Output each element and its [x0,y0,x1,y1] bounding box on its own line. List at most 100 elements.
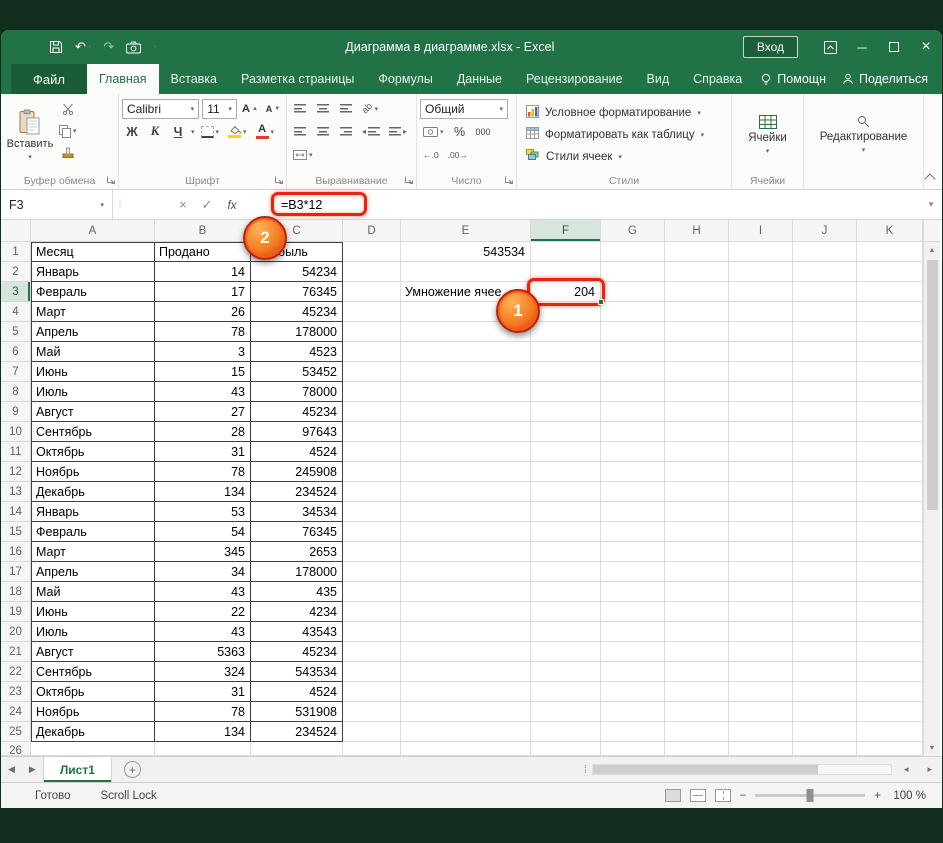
cell-F20[interactable] [531,622,601,642]
align-center-button[interactable] [313,122,333,142]
cell-J20[interactable] [793,622,857,642]
cell-K2[interactable] [857,262,923,282]
cell-B20[interactable]: 43 [155,622,251,642]
cell-D2[interactable] [343,262,401,282]
cell-I16[interactable] [729,542,793,562]
cell-E12[interactable] [401,462,531,482]
cell-A11[interactable]: Октябрь [31,442,155,462]
column-header-J[interactable]: J [793,220,857,242]
cell-E5[interactable] [401,322,531,342]
select-all-corner[interactable] [1,220,31,242]
cell-B4[interactable]: 26 [155,302,251,322]
cell-K25[interactable] [857,722,923,742]
cell-A12[interactable]: Ноябрь [31,462,155,482]
cell-J7[interactable] [793,362,857,382]
cell-E10[interactable] [401,422,531,442]
cell-J4[interactable] [793,302,857,322]
name-box[interactable]: F3 ▾ [1,190,113,219]
cell-J18[interactable] [793,582,857,602]
row-header-11[interactable]: 11 [1,442,31,462]
ribbon-display-options-button[interactable] [814,30,846,64]
decrease-decimal-button[interactable]: .00→ [445,145,471,165]
row-header-15[interactable]: 15 [1,522,31,542]
column-header-C[interactable]: C [251,220,343,242]
cell-J9[interactable] [793,402,857,422]
cell-I5[interactable] [729,322,793,342]
cell-B19[interactable]: 22 [155,602,251,622]
cell-H2[interactable] [665,262,729,282]
cell-G7[interactable] [601,362,665,382]
shrink-font-button[interactable]: A▼ [263,99,283,119]
cell-B8[interactable]: 43 [155,382,251,402]
dialog-launcher-icon[interactable] [404,175,414,185]
cell-F26[interactable] [531,742,601,756]
column-header-F[interactable]: F [531,220,601,242]
cell-I17[interactable] [729,562,793,582]
cell-A14[interactable]: Январь [31,502,155,522]
cell-J12[interactable] [793,462,857,482]
cell-F13[interactable] [531,482,601,502]
expand-formula-bar-button[interactable]: ▾ [920,190,942,219]
cell-H23[interactable] [665,682,729,702]
cell-F2[interactable] [531,262,601,282]
cell-D18[interactable] [343,582,401,602]
cell-H10[interactable] [665,422,729,442]
previous-sheet-button[interactable]: ◀ [1,764,22,775]
cell-G9[interactable] [601,402,665,422]
cell-J17[interactable] [793,562,857,582]
cell-F6[interactable] [531,342,601,362]
cell-F24[interactable] [531,702,601,722]
cell-F21[interactable] [531,642,601,662]
cell-G17[interactable] [601,562,665,582]
cell-C11[interactable]: 4524 [251,442,343,462]
cell-E25[interactable] [401,722,531,742]
cell-I22[interactable] [729,662,793,682]
cell-E13[interactable] [401,482,531,502]
cell-J23[interactable] [793,682,857,702]
row-header-14[interactable]: 14 [1,502,31,522]
cell-A7[interactable]: Июнь [31,362,155,382]
cell-E21[interactable] [401,642,531,662]
cell-E16[interactable] [401,542,531,562]
cell-C4[interactable]: 45234 [251,302,343,322]
row-header-10[interactable]: 10 [1,422,31,442]
cell-F9[interactable] [531,402,601,422]
zoom-slider[interactable] [755,794,865,797]
cell-D21[interactable] [343,642,401,662]
dialog-launcher-icon[interactable] [504,175,514,185]
cell-G11[interactable] [601,442,665,462]
cell-B7[interactable]: 15 [155,362,251,382]
cell-I26[interactable] [729,742,793,756]
cell-J1[interactable] [793,242,857,262]
cell-F19[interactable] [531,602,601,622]
cell-C15[interactable]: 76345 [251,522,343,542]
dialog-launcher-icon[interactable] [106,175,116,185]
cell-G23[interactable] [601,682,665,702]
cell-A16[interactable]: Март [31,542,155,562]
cell-A6[interactable]: Май [31,342,155,362]
cell-J14[interactable] [793,502,857,522]
cell-D19[interactable] [343,602,401,622]
cell-E11[interactable] [401,442,531,462]
cell-E20[interactable] [401,622,531,642]
cell-H6[interactable] [665,342,729,362]
cell-I4[interactable] [729,302,793,322]
cell-B18[interactable]: 43 [155,582,251,602]
tab-Рецензирование[interactable]: Рецензирование [514,64,635,94]
cell-C2[interactable]: 54234 [251,262,343,282]
cell-F7[interactable] [531,362,601,382]
confirm-entry-button[interactable]: ✓ [195,190,219,219]
tab-file[interactable]: Файл [11,64,87,94]
cell-G24[interactable] [601,702,665,722]
cell-E8[interactable] [401,382,531,402]
cell-H14[interactable] [665,502,729,522]
cell-A15[interactable]: Февраль [31,522,155,542]
cell-J2[interactable] [793,262,857,282]
row-header-1[interactable]: 1 [1,242,31,262]
row-header-12[interactable]: 12 [1,462,31,482]
cell-B15[interactable]: 54 [155,522,251,542]
cell-G21[interactable] [601,642,665,662]
cell-C23[interactable]: 4524 [251,682,343,702]
cell-B21[interactable]: 5363 [155,642,251,662]
cancel-entry-button[interactable]: × [171,190,195,219]
